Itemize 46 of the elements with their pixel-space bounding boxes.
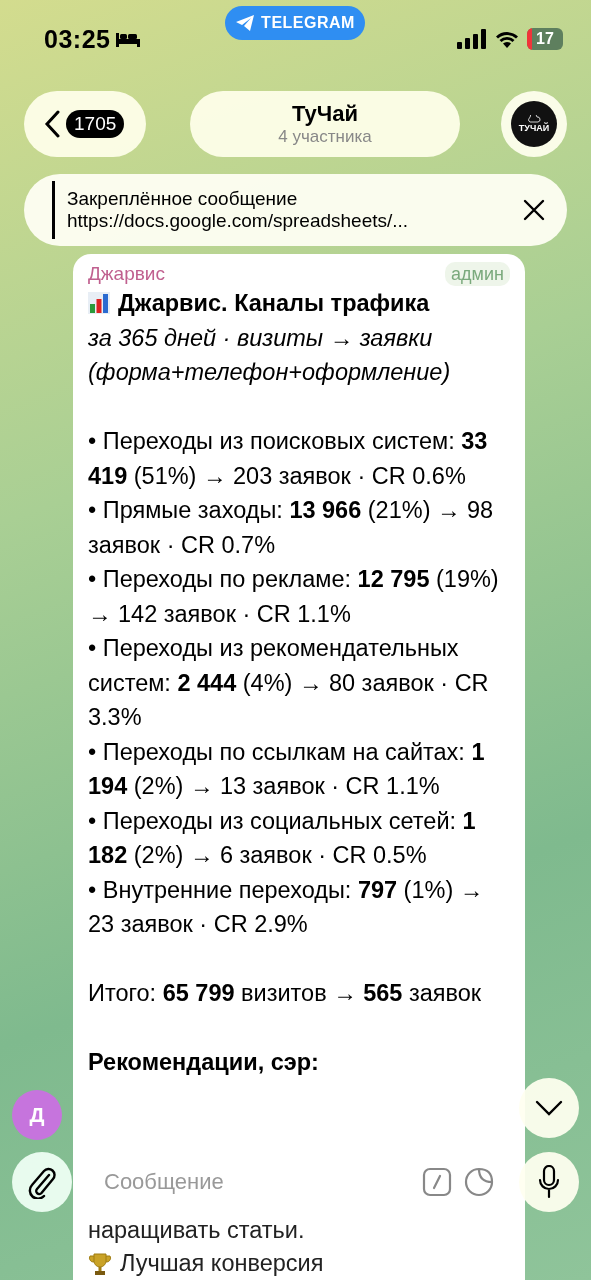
- trophy-icon: [88, 1251, 112, 1276]
- recommendations-heading: Рекомендации, сэр:: [88, 1048, 320, 1077]
- cloud-icon: [527, 115, 541, 123]
- message-subtitle: за 365 дней · визиты → заявки (форма+телефон+оформление): [88, 323, 452, 387]
- microphone-button[interactable]: [519, 1152, 579, 1212]
- clock: 03:25: [44, 24, 111, 54]
- paper-plane-icon: [235, 14, 256, 32]
- signal-icon: [457, 29, 487, 49]
- pinned-text: https://docs.google.com/spreadsheets/...: [67, 210, 410, 232]
- wifi-icon: [495, 30, 519, 48]
- close-icon[interactable]: [523, 199, 545, 221]
- command-icon[interactable]: [422, 1167, 452, 1197]
- logo-text: ТУЧАЙ: [518, 123, 550, 133]
- battery-indicator: 17: [527, 28, 563, 50]
- channel-stat-line: • Переходы из рекомендательных систем: 2 444 (4%) → 80 заявок · CR 3.3%: [88, 634, 490, 732]
- sender-name[interactable]: Джарвис: [88, 262, 165, 286]
- channel-stat-line: • Переходы по ссылкам на сайтах: 1 194 (2%) → 13 заявок · CR 1.1%: [88, 737, 486, 801]
- chat-title: ТуЧай: [291, 101, 359, 127]
- message-input-field[interactable]: Сообщение: [102, 1168, 410, 1196]
- bed-icon: [116, 31, 141, 47]
- bar-chart-icon: [88, 292, 110, 315]
- channel-stat-line: • Переходы по рекламе: 12 795 (19%) → 142 заявок · CR 1.1%: [88, 565, 500, 629]
- attach-button[interactable]: [12, 1152, 72, 1212]
- member-count: 4 участника: [278, 127, 372, 147]
- unread-count-badge: 1705: [66, 110, 125, 138]
- app-name: TELEGRAM: [261, 14, 355, 32]
- microphone-icon: [538, 1165, 560, 1199]
- chevron-down-icon: [535, 1100, 563, 1116]
- chat-title-pill[interactable]: ТуЧай 4 участника: [190, 91, 460, 157]
- chat-avatar-button[interactable]: ТУЧАЙ: [501, 91, 567, 157]
- message-title: Джарвис. Каналы трафика: [118, 289, 430, 318]
- sticker-icon[interactable]: [464, 1167, 494, 1197]
- back-button[interactable]: 1705: [24, 91, 146, 157]
- total-line: Итого: 65 799 визитов → 565 заявок: [88, 979, 483, 1008]
- channel-stat-line: • Переходы из поисковых систем: 33 419 (51%) → 203 заявок · CR 0.6%: [88, 427, 489, 491]
- paperclip-icon: [27, 1165, 57, 1199]
- recommendation-text: Лучшая конверсия: [120, 1249, 324, 1278]
- channel-stat-line: • Переходы из социальных сетей: 1 182 (2%) → 6 заявок · CR 0.5%: [88, 806, 477, 870]
- scroll-down-button[interactable]: [519, 1078, 579, 1138]
- recommendation-text: наращивать статьи.: [88, 1216, 306, 1245]
- channel-stat-line: • Внутренние переходы: 797 (1%) → 23 заявок · CR 2.9%: [88, 875, 485, 939]
- pinned-message-bar[interactable]: Закреплённое сообщение https://docs.google.com/spreadsheets/...: [24, 174, 567, 246]
- admin-tag: админ: [445, 262, 510, 286]
- channel-stat-line: • Прямые заходы: 13 966 (21%) → 98 заявок · CR 0.7%: [88, 496, 495, 560]
- chevron-left-icon: [44, 110, 60, 138]
- pinned-title: Закреплённое сообщение: [67, 188, 299, 210]
